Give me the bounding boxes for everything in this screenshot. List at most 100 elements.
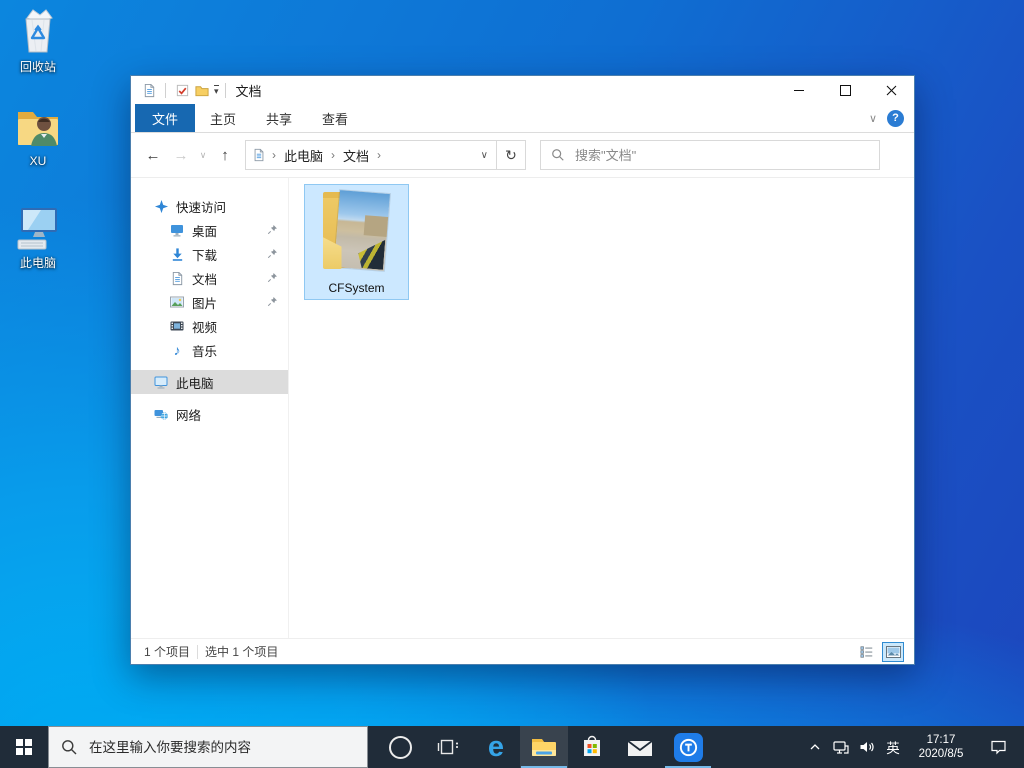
music-icon: ♪ [173, 342, 181, 358]
location-document-icon [254, 148, 264, 162]
videos-icon [169, 318, 185, 334]
qat-dropdown-icon[interactable]: ▾ [214, 85, 219, 96]
file-name: CFSystem [328, 281, 385, 295]
thumbnail-view-button[interactable] [882, 641, 904, 662]
folder-thumbnail-icon [314, 190, 400, 276]
up-button[interactable]: ↑ [213, 142, 237, 168]
properties-check-icon[interactable] [172, 79, 192, 101]
volume-button[interactable] [854, 726, 880, 768]
navigation-bar: ← → ∨ ↑ › 此电脑 › 文档 › ∨ ↻ [131, 133, 914, 178]
tab-file[interactable]: 文件 [135, 104, 196, 132]
pin-icon[interactable] [267, 248, 278, 262]
edge-icon: e [487, 730, 505, 763]
close-button[interactable] [868, 76, 914, 104]
sidebar-item-downloads[interactable]: 下载 [131, 242, 288, 266]
file-explorer-button[interactable] [520, 726, 568, 768]
sidebar-item-desktop[interactable]: 桌面 [131, 218, 288, 242]
pin-icon[interactable] [267, 224, 278, 238]
navigation-pane: 快速访问 桌面 下载 文档 图片 视频 ♪ 音乐 此电脑 网络 [131, 178, 288, 638]
items-count: 1 个项目 [144, 645, 191, 659]
taskbar-search-input[interactable] [87, 738, 341, 756]
window-controls [776, 76, 914, 104]
file-item-cfsystem[interactable]: CFSystem [304, 184, 409, 300]
explorer-search-box[interactable] [540, 140, 880, 170]
sidebar-item-music[interactable]: ♪ 音乐 [131, 338, 288, 362]
ime-indicator[interactable]: 英 [880, 726, 906, 768]
sidebar-item-documents[interactable]: 文档 [131, 266, 288, 290]
pictures-icon [169, 294, 185, 310]
documents-icon [169, 270, 185, 286]
back-button[interactable]: ← [141, 142, 165, 168]
forward-button[interactable]: → [169, 142, 193, 168]
tray-date: 2020/8/5 [918, 748, 964, 760]
tray-time: 17:17 [926, 734, 956, 746]
system-tray: 英 17:17 2020/8/5 [802, 726, 1024, 768]
chevron-up-icon [810, 744, 820, 750]
clock[interactable]: 17:17 2020/8/5 [906, 726, 976, 768]
help-button[interactable]: ? [887, 109, 904, 127]
edge-button[interactable]: e [472, 726, 520, 768]
divider [165, 82, 166, 98]
taskbar-search-box[interactable] [48, 726, 368, 768]
tab-share[interactable]: 共享 [251, 104, 307, 132]
divider [224, 82, 226, 98]
ribbon-tabs: 文件 主页 共享 查看 ∨ ? [131, 104, 914, 133]
windows-logo-icon [16, 739, 32, 755]
pin-icon[interactable] [267, 272, 278, 286]
refresh-button[interactable]: ↻ [497, 140, 526, 170]
search-input[interactable] [573, 146, 817, 164]
desktop-icon-xu[interactable]: XU [0, 102, 76, 168]
file-explorer-icon [532, 739, 556, 756]
status-bar: 1 个项目 选中 1 个项目 [131, 638, 914, 664]
sidebar-item-pictures[interactable]: 图片 [131, 290, 288, 314]
tray-expand-button[interactable] [802, 726, 828, 768]
window-title: 文档 [235, 83, 262, 99]
address-dropdown-icon[interactable]: ∨ [481, 150, 488, 161]
task-view-button[interactable] [424, 726, 472, 768]
breadcrumb-chevron-icon: › [331, 148, 336, 162]
minimize-button[interactable] [776, 76, 822, 104]
network-status-button[interactable] [828, 726, 854, 768]
sidebar-item-this-pc[interactable]: 此电脑 [131, 370, 288, 394]
cortana-icon [388, 735, 412, 759]
d-launcher-button[interactable] [664, 726, 712, 768]
maximize-button[interactable] [822, 76, 868, 104]
desktop-icon-this-pc[interactable]: 此电脑 [0, 202, 76, 271]
sidebar-item-videos[interactable]: 视频 [131, 314, 288, 338]
network-icon [153, 406, 169, 422]
breadcrumb-this-pc[interactable]: 此电脑 [282, 146, 325, 165]
tab-view[interactable]: 查看 [307, 104, 363, 132]
window-document-icon[interactable] [139, 79, 159, 101]
selection-count: 选中 1 个项目 [205, 645, 279, 659]
search-icon [62, 740, 77, 755]
desktop-icon-recycle-bin[interactable]: 回收站 [0, 6, 76, 75]
pin-icon[interactable] [267, 296, 278, 310]
desktop-icon-label: 此电脑 [19, 256, 56, 270]
store-button[interactable] [568, 726, 616, 768]
taskbar: e 英 17:17 [0, 726, 1024, 768]
recent-locations-icon[interactable]: ∨ [197, 142, 209, 168]
address-bar[interactable]: › 此电脑 › 文档 › ∨ [245, 140, 497, 170]
d-launcher-icon [673, 732, 703, 762]
breadcrumb-chevron-icon: › [272, 148, 276, 162]
breadcrumb-documents[interactable]: 文档 [341, 146, 371, 165]
store-icon [584, 735, 600, 756]
cortana-button[interactable] [376, 726, 424, 768]
action-center-button[interactable] [976, 726, 1020, 768]
sidebar-item-quick-access[interactable]: 快速访问 [131, 194, 288, 218]
tab-home[interactable]: 主页 [195, 104, 251, 132]
task-view-icon [437, 739, 458, 755]
recycle-bin-icon [25, 9, 53, 53]
desktop-icon-label: 回收站 [19, 60, 56, 74]
close-icon [886, 85, 896, 95]
details-view-button[interactable] [856, 642, 878, 662]
file-list[interactable]: CFSystem [288, 178, 914, 638]
ribbon-collapse-icon[interactable]: ∨ [869, 112, 877, 125]
new-folder-icon[interactable] [192, 79, 212, 101]
quick-access-star-icon [153, 198, 169, 214]
sidebar-item-network[interactable]: 网络 [131, 402, 288, 426]
breadcrumb-chevron-icon: › [377, 148, 382, 162]
mail-button[interactable] [616, 726, 664, 768]
mail-icon [627, 740, 653, 756]
start-button[interactable] [0, 726, 48, 768]
